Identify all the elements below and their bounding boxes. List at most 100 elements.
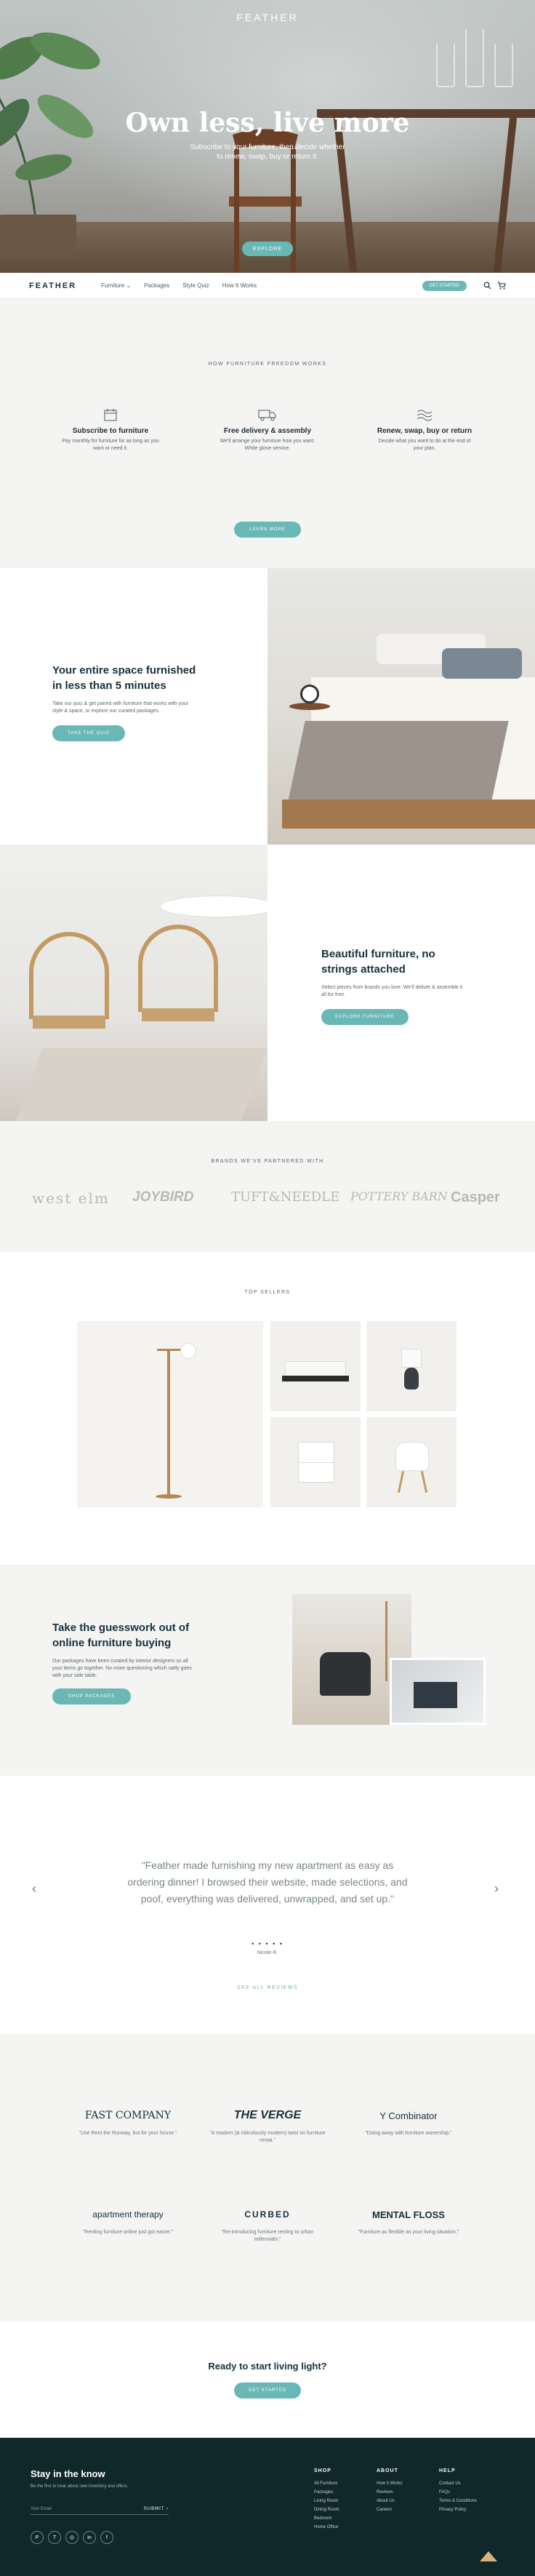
brands-eyebrow: BRANDS WE'VE PARTNERED WITH <box>211 1159 324 1164</box>
footer-link[interactable]: About Us <box>377 2497 403 2505</box>
footer-link[interactable]: Careers <box>377 2505 403 2514</box>
lamp-globe <box>180 1343 196 1359</box>
nav-get-started-button[interactable]: GET STARTED <box>422 280 467 291</box>
facebook-icon[interactable]: f <box>100 2531 113 2544</box>
footer-link[interactable]: All Furniture <box>314 2479 339 2488</box>
chair-leg <box>420 1471 428 1493</box>
step-text: We'll arrange your furniture how you wan… <box>220 439 315 451</box>
nav-logo[interactable]: FEATHER <box>29 282 76 290</box>
brand-pottery-barn: POTTERY BARN <box>350 1189 448 1203</box>
footer-heading: SHOP <box>314 2468 331 2473</box>
brand-west-elm: west elm <box>32 1189 110 1207</box>
learn-more-button[interactable]: LEARN MORE <box>234 522 301 538</box>
product-chair[interactable] <box>366 1417 456 1507</box>
tray-photo <box>390 1658 486 1725</box>
cart-icon[interactable] <box>497 281 506 290</box>
blanket <box>288 721 509 801</box>
chair-seat <box>142 1008 214 1021</box>
footer-link[interactable]: Dining Room <box>314 2505 339 2514</box>
email-placeholder: Your Email <box>31 2506 52 2511</box>
lamp-body <box>404 1368 419 1389</box>
shop-packages-button[interactable]: SHOP PACKAGES <box>52 1688 131 1704</box>
press-quote: "Renting furniture online just got easie… <box>82 2230 174 2235</box>
footer-link[interactable]: Packages <box>314 2488 339 2497</box>
linkedin-icon[interactable]: in <box>83 2531 96 2544</box>
next-arrow-icon[interactable]: › <box>494 1881 499 1897</box>
footer-link[interactable]: FAQs <box>439 2488 477 2497</box>
explore-furniture-button[interactable]: EXPLORE FURNITURE <box>321 1009 409 1025</box>
product-table-lamp[interactable] <box>366 1321 456 1411</box>
main-nav: FEATHER Furniture ⌄ Packages Style Quiz … <box>0 273 535 299</box>
quiz-text: Take our quiz & get paired with furnitur… <box>52 701 189 714</box>
armchair <box>320 1652 371 1696</box>
step-text: Pay monthly for furniture for as long as… <box>62 439 159 451</box>
packages-text: Our packages have been curated by interi… <box>52 1659 192 1678</box>
footer-link[interactable]: Contact Us <box>439 2479 477 2488</box>
get-started-button[interactable]: GET STARTED <box>234 2382 301 2398</box>
product-floor-lamp[interactable] <box>77 1321 263 1507</box>
press-y-combinator: Y Combinator "Doing away with furniture … <box>350 2107 467 2137</box>
footer-heading: HELP <box>439 2468 456 2473</box>
footer-link[interactable]: Privacy Policy <box>439 2505 477 2514</box>
hero-subtitle: Subscribe to your furniture, then decide… <box>190 143 345 161</box>
step-title: Renew, swap, buy or return <box>377 427 472 435</box>
instagram-icon[interactable]: ◎ <box>65 2531 79 2544</box>
footer-link[interactable]: How It Works <box>377 2479 403 2488</box>
packages-title: Take the guesswork out of online furnitu… <box>52 1622 190 1649</box>
furniture-text: Select pieces from brands you love. We'l… <box>321 985 463 997</box>
hero-title: Own less, live more <box>125 108 410 138</box>
hero-logo[interactable]: FEATHER <box>0 12 535 23</box>
footer-link[interactable]: Bedroom <box>314 2514 339 2523</box>
footer-link[interactable]: Reviews <box>377 2488 403 2497</box>
brands-section: BRANDS WE'VE PARTNERED WITH west elm JOY… <box>0 1121 535 1252</box>
chair-seat <box>33 1016 105 1029</box>
product-bed[interactable] <box>270 1321 361 1411</box>
lamp-base <box>156 1494 182 1499</box>
lamp-pole <box>385 1601 387 1681</box>
twitter-icon[interactable]: T <box>48 2531 61 2544</box>
press-quote: "Furniture as flexible as your living si… <box>358 2230 459 2235</box>
brand-casper: Casper <box>451 1189 500 1205</box>
step-delivery: Free delivery & assembly We'll arrange y… <box>217 408 318 452</box>
footer-link[interactable]: Living Room <box>314 2497 339 2505</box>
press-fast-company: FAST COMPANY "Use Rent the Runway, but f… <box>70 2107 186 2137</box>
step-title: Free delivery & assembly <box>223 427 312 435</box>
mattress <box>285 1361 346 1377</box>
search-icon[interactable] <box>483 282 491 290</box>
product-nightstand[interactable] <box>270 1417 361 1507</box>
press-quote: "Re-introducing furniture renting to urb… <box>221 2230 314 2242</box>
lampshade <box>401 1349 422 1368</box>
how-eyebrow: HOW FURNITURE FREEDOM WORKS <box>208 362 327 367</box>
pinterest-icon[interactable]: P <box>31 2531 44 2544</box>
footer-link[interactable]: Terms & Conditions <box>439 2497 477 2505</box>
glass <box>465 29 484 87</box>
explore-button[interactable]: EXPLORE <box>242 242 293 256</box>
email-field[interactable]: Your Email SUBMIT › <box>31 2503 169 2515</box>
nav-style-quiz[interactable]: Style Quiz <box>182 282 209 289</box>
see-all-reviews-link[interactable]: SEE ALL REVIEWS <box>0 1985 535 1990</box>
footer-link[interactable]: Home Office <box>314 2523 339 2532</box>
nav-packages[interactable]: Packages <box>144 282 169 289</box>
take-quiz-button[interactable]: TAKE THE QUIZ <box>52 725 125 741</box>
how-it-works-section: HOW FURNITURE FREEDOM WORKS Subscribe to… <box>0 299 535 568</box>
footer-help-column: HELP Contact Us FAQs Terms & Conditions … <box>439 2468 477 2514</box>
nav-furniture[interactable]: Furniture ⌄ <box>101 282 131 289</box>
y-combinator-logo: Y Combinator <box>379 2110 438 2121</box>
press-quote: "Doing away with furniture ownership." <box>365 2131 452 2136</box>
prev-arrow-icon[interactable]: ‹ <box>32 1881 36 1897</box>
testimonial-section: ‹ "Feather made furnishing my new apartm… <box>0 1776 535 2034</box>
furniture-section: Beautiful furniture, no strings attached… <box>0 845 535 1121</box>
testimonial-quote: "Feather made furnishing my new apartmen… <box>127 1859 408 1905</box>
quiz-title: Your entire space furnished in less than… <box>52 664 196 692</box>
mental-floss-logo: MENTAL FLOSS <box>372 2209 445 2220</box>
plant-pot <box>0 215 76 258</box>
apartment-therapy-logo: apartment therapy <box>92 2209 164 2220</box>
bed-frame <box>282 799 535 829</box>
submit-button[interactable]: SUBMIT › <box>144 2507 169 2511</box>
furniture-text-block: Beautiful furniture, no strings attached… <box>321 946 467 1025</box>
curbed-logo: CURBED <box>244 2209 291 2220</box>
press-curbed: CURBED "Re-introducing furniture renting… <box>209 2206 326 2244</box>
nav-how-it-works[interactable]: How It Works <box>222 282 257 289</box>
wishbone-chair <box>29 932 109 1019</box>
fast-company-logo: FAST COMPANY <box>84 2110 172 2121</box>
